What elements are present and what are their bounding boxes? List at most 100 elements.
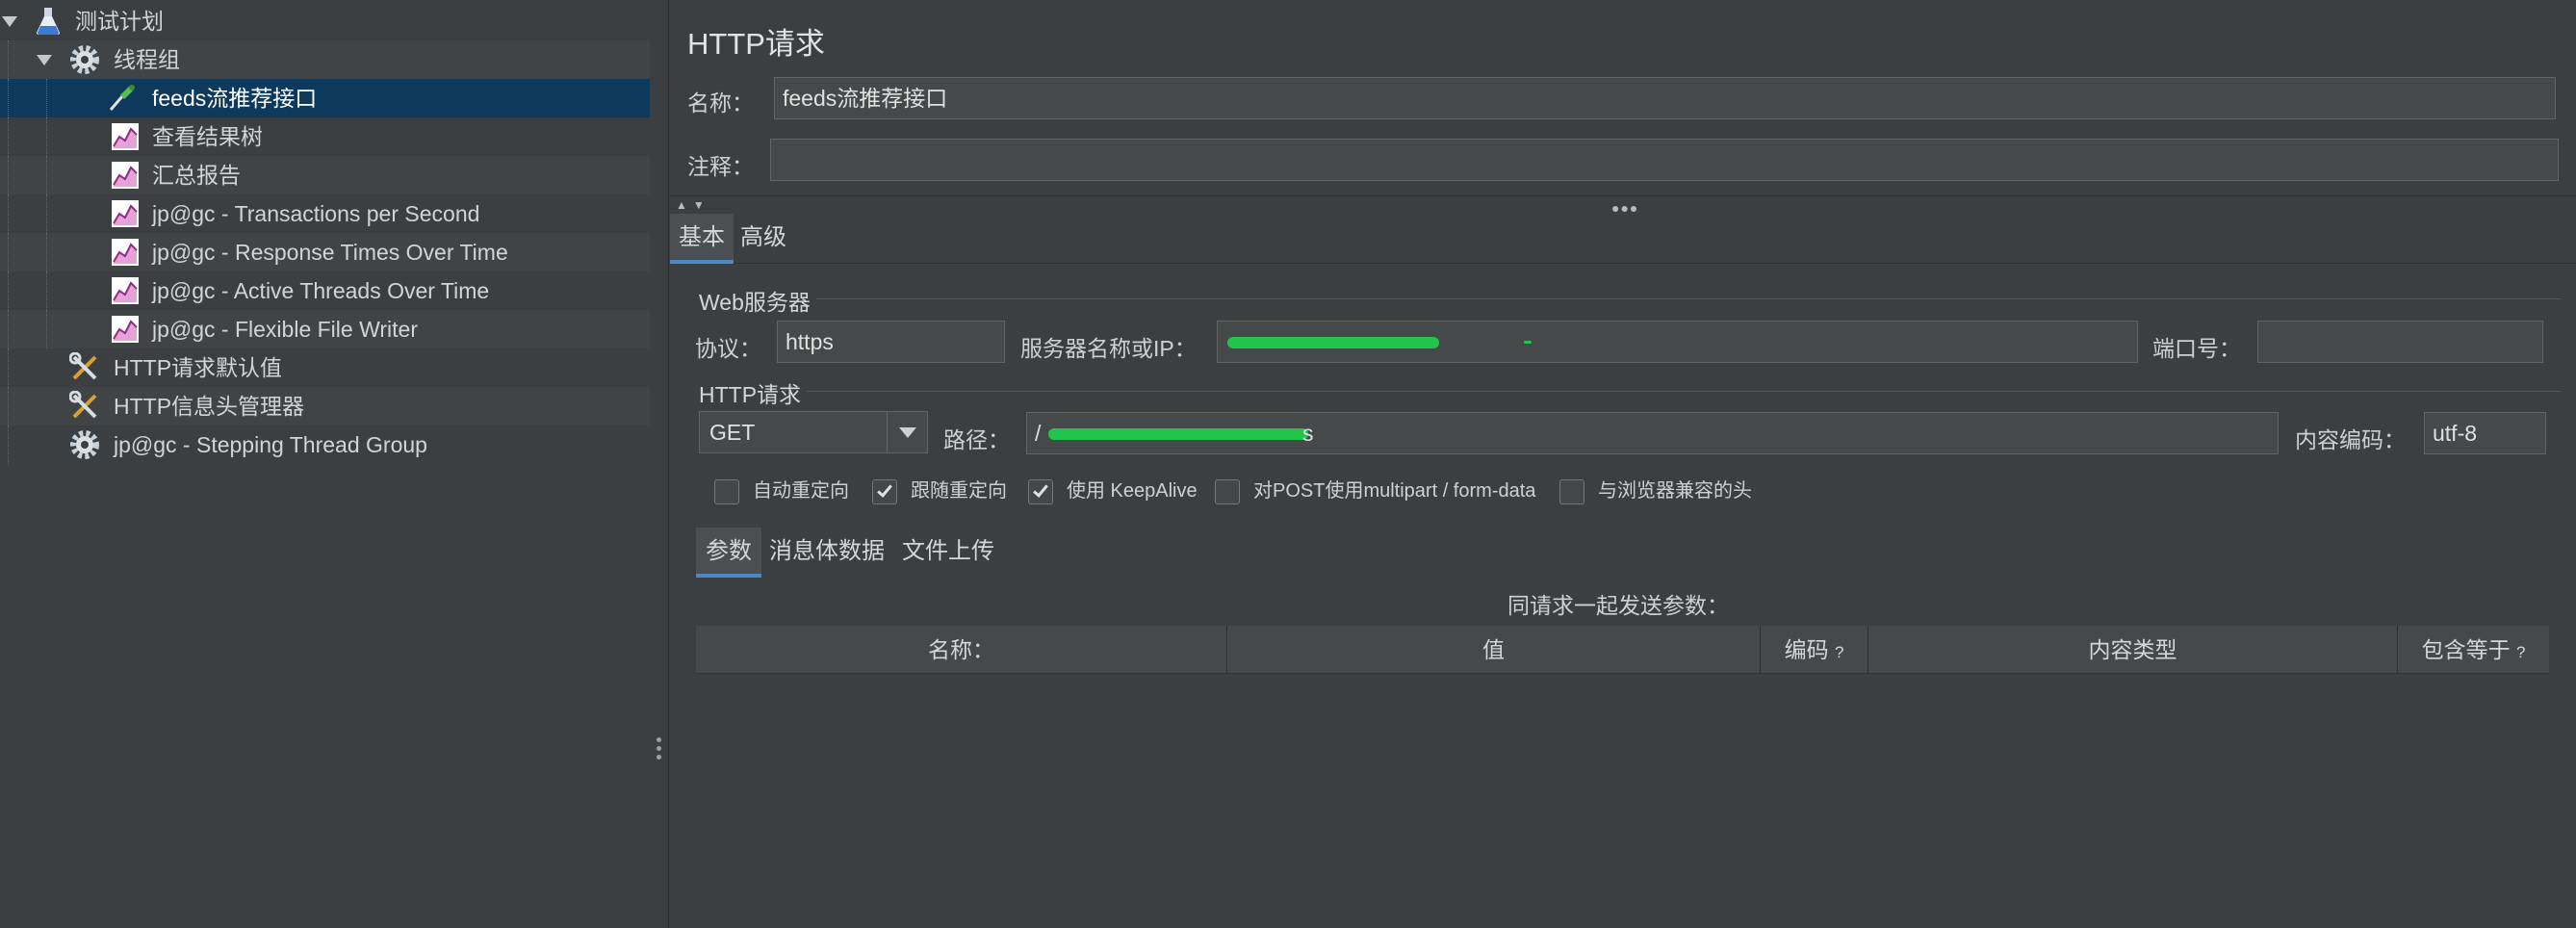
help-mark: ? xyxy=(2515,643,2526,661)
chart-listener-icon xyxy=(112,200,139,227)
chart-listener-icon xyxy=(112,162,139,189)
tree-item-label: 线程组 xyxy=(114,47,180,72)
checkbox-label: 使用 KeepAlive xyxy=(1067,480,1198,502)
tree-item-label: HTTP信息头管理器 xyxy=(114,394,305,419)
params-caption: 同请求一起发送参数： xyxy=(1507,593,1729,618)
checkbox-label: 跟随重定向 xyxy=(911,480,1007,502)
wrench-icon xyxy=(69,391,97,419)
form-splitter[interactable]: ▲▼ ●●● xyxy=(670,195,2576,216)
parameters-table-header: 名称： 值 编码 ? 内容类型 包含等于 ? xyxy=(696,626,2549,674)
help-mark: ? xyxy=(1834,643,1844,661)
tree-item-transactions-per-second[interactable]: jp@gc - Transactions per Second xyxy=(0,194,650,233)
method-dropdown-button[interactable] xyxy=(887,412,927,452)
column-header-content-type[interactable]: 内容类型 xyxy=(1868,626,2398,674)
comment-input[interactable] xyxy=(770,139,2559,181)
checkbox-label: 对POST使用multipart / form-data xyxy=(1253,480,1536,502)
port-input[interactable] xyxy=(2257,321,2543,363)
http-request-panel: HTTP请求 名称： feeds流推荐接口 注释： ▲▼ ●●● 基本 高级 W… xyxy=(670,0,2576,928)
checkbox-label: 自动重定向 xyxy=(753,480,849,502)
tree-item-label: jp@gc - Active Threads Over Time xyxy=(152,278,490,303)
content-encoding-label: 内容编码： xyxy=(2295,427,2406,452)
tree-item-label: feeds流推荐接口 xyxy=(152,86,318,111)
expand-triangle-icon[interactable] xyxy=(37,55,52,65)
path-prefix-text: / xyxy=(1035,421,1042,446)
path-suffix-text: s xyxy=(1302,421,1314,446)
web-server-group-label: Web服务器 xyxy=(699,284,816,317)
expand-triangle-icon[interactable] xyxy=(2,16,17,27)
server-name-label: 服务器名称或IP： xyxy=(1020,336,1197,361)
path-input[interactable]: / s xyxy=(1026,412,2279,454)
tab-file-upload[interactable]: 文件上传 xyxy=(892,528,1004,578)
tree-item-label: jp@gc - Stepping Thread Group xyxy=(114,432,427,457)
protocol-label: 协议： xyxy=(695,336,761,361)
redaction-mark xyxy=(1048,428,1308,440)
jmeter-window: 测试计划 线程组 feeds流推荐接口 查看结果树 汇总报告 jp@gc - T… xyxy=(0,0,2576,928)
column-header-encode[interactable]: 编码 ? xyxy=(1761,626,1868,674)
name-input[interactable]: feeds流推荐接口 xyxy=(774,77,2556,119)
column-header-include-equals[interactable]: 包含等于 ? xyxy=(2398,626,2549,674)
tree-item-test-plan[interactable]: 测试计划 xyxy=(0,2,650,40)
collapse-arrows-icon[interactable]: ▲▼ xyxy=(676,198,710,212)
tree-splitter[interactable] xyxy=(650,0,669,928)
tab-body-data[interactable]: 消息体数据 xyxy=(760,528,894,578)
tree-item-http-request-defaults[interactable]: HTTP请求默认值 xyxy=(0,348,650,387)
comment-label: 注释： xyxy=(687,154,754,179)
wrench-icon xyxy=(69,352,97,380)
column-header-value[interactable]: 值 xyxy=(1227,626,1761,674)
checkbox-box[interactable] xyxy=(1215,479,1240,504)
tree-item-stepping-thread-group[interactable]: jp@gc - Stepping Thread Group xyxy=(0,425,650,464)
tree-item-response-times-over-time[interactable]: jp@gc - Response Times Over Time xyxy=(0,233,650,271)
checkbox-box[interactable] xyxy=(714,479,739,504)
gear-icon xyxy=(70,45,99,74)
tree-item-summary-report[interactable]: 汇总报告 xyxy=(0,156,650,194)
path-label: 路径： xyxy=(943,427,1010,452)
tree-item-label: jp@gc - Response Times Over Time xyxy=(152,240,508,265)
tab-basic[interactable]: 基本 xyxy=(670,214,734,264)
checkbox-label: 与浏览器兼容的头 xyxy=(1598,480,1752,502)
pipette-icon xyxy=(109,85,135,111)
checkbox-box[interactable] xyxy=(1028,479,1053,504)
port-label: 端口号： xyxy=(2152,336,2241,361)
method-value: GET xyxy=(709,420,756,445)
tree-item-view-results-tree[interactable]: 查看结果树 xyxy=(0,117,650,156)
checkmark-icon xyxy=(877,481,892,498)
column-header-name[interactable]: 名称： xyxy=(696,626,1227,674)
content-encoding-input[interactable]: utf-8 xyxy=(2424,412,2546,454)
chart-listener-icon xyxy=(112,239,139,266)
splitter-grip-icon xyxy=(657,737,662,763)
tree-item-feeds-request[interactable]: feeds流推荐接口 xyxy=(0,79,650,117)
tree-item-label: 汇总报告 xyxy=(152,163,241,188)
tree-item-label: 查看结果树 xyxy=(152,124,263,149)
group-divider xyxy=(699,298,2561,299)
checkbox-box[interactable] xyxy=(872,479,897,504)
group-divider xyxy=(699,391,2561,392)
server-name-input[interactable] xyxy=(1217,321,2138,363)
redaction-mark xyxy=(1227,337,1439,348)
chart-listener-icon xyxy=(112,316,139,343)
chart-listener-icon xyxy=(112,123,139,150)
gear-icon xyxy=(70,430,99,459)
http-request-group-label: HTTP请求 xyxy=(699,376,808,409)
checkmark-icon xyxy=(1033,481,1048,498)
chart-listener-icon xyxy=(112,277,139,304)
tree-item-thread-group[interactable]: 线程组 xyxy=(0,40,650,79)
method-select[interactable]: GET xyxy=(699,411,928,453)
tree-item-label: HTTP请求默认值 xyxy=(114,355,283,380)
flask-icon xyxy=(37,8,60,35)
redaction-mark xyxy=(1524,341,1532,344)
name-label: 名称： xyxy=(687,90,754,116)
tree-item-http-header-manager[interactable]: HTTP信息头管理器 xyxy=(0,387,650,425)
tab-parameters[interactable]: 参数 xyxy=(696,528,761,578)
tree-item-label: 测试计划 xyxy=(75,9,164,34)
chevron-down-icon xyxy=(899,427,916,438)
tree-item-active-threads-over-time[interactable]: jp@gc - Active Threads Over Time xyxy=(0,271,650,310)
tree-item-flexible-file-writer[interactable]: jp@gc - Flexible File Writer xyxy=(0,310,650,348)
main-tabs: 基本 高级 xyxy=(670,214,2576,264)
tree-item-label: jp@gc - Transactions per Second xyxy=(152,201,480,226)
page-title: HTTP请求 xyxy=(687,27,825,61)
protocol-input[interactable]: https xyxy=(777,321,1005,363)
tab-advanced[interactable]: 高级 xyxy=(732,214,795,264)
checkbox-box[interactable] xyxy=(1559,479,1584,504)
tree-item-label: jp@gc - Flexible File Writer xyxy=(152,317,418,342)
test-plan-tree: 测试计划 线程组 feeds流推荐接口 查看结果树 汇总报告 jp@gc - T… xyxy=(0,0,650,928)
